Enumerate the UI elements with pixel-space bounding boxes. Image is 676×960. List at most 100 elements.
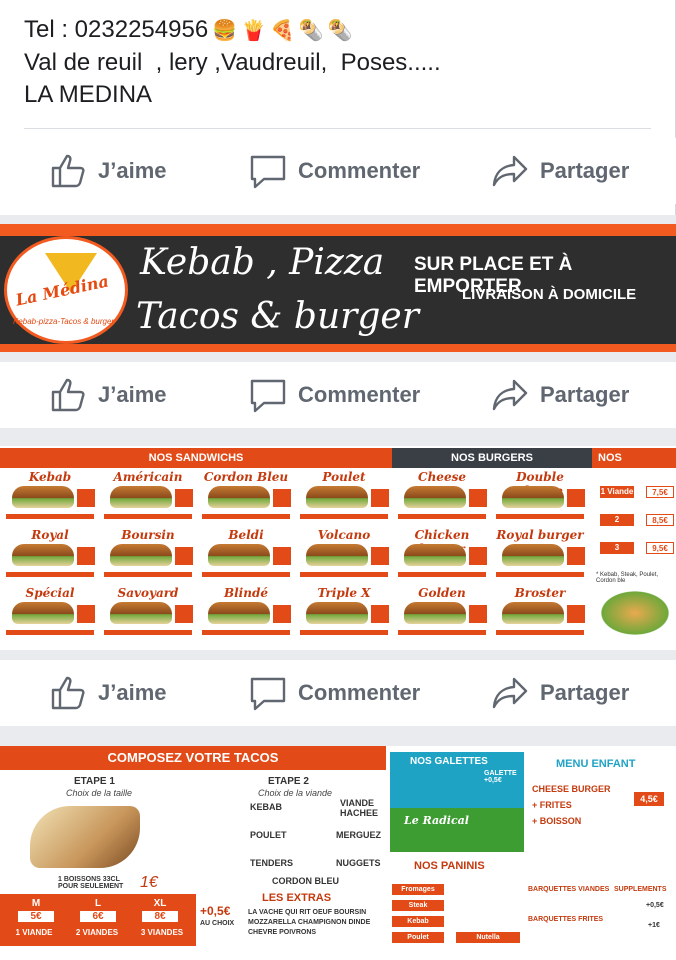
comment-button[interactable]: Commenter [248, 153, 420, 189]
menu-item: Américain [102, 470, 194, 522]
assiette-label: 2 Viandes [600, 514, 634, 536]
section-header: COMPOSEZ VOTRE TACOS [0, 746, 386, 770]
comment-icon [250, 379, 286, 413]
panini-item: Steak [392, 900, 444, 911]
drink-offer: 1 BOISSONS 33CL POUR SEULEMENT [58, 876, 124, 890]
extras-title: LES EXTRAS [262, 892, 332, 904]
menu-item: Broster [494, 586, 586, 638]
meat-option: MERGUEZ [336, 830, 381, 840]
barquettes-frites: BARQUETTES FRITES [528, 916, 604, 923]
step-title: ETAPE 2 [268, 776, 309, 787]
galettes-title: NOS GALETTES [410, 756, 488, 767]
like-button[interactable]: J’aime [50, 675, 167, 711]
size-price: 8€ [142, 911, 178, 922]
assiette-label: 1 Viande [600, 486, 634, 498]
size-option: M [31, 898, 41, 909]
post-name: LA MEDINA [24, 80, 153, 108]
menu-image-sandwichs[interactable]: NOS SANDWICHS NOS BURGERS NOS ASSIETTES … [0, 446, 676, 650]
like-button[interactable]: J’aime [50, 153, 167, 189]
burrito-emoji-icon: 🌯 [298, 19, 324, 42]
logo-subtitle: Kebab-pizza-Tacos & burger [13, 317, 115, 326]
menu-image-tacos[interactable]: COMPOSEZ VOTRE TACOS ETAPE 1 Choix de la… [0, 746, 676, 960]
assiette-note: * Kebab, Steak, Poulet, Cordon ble [596, 572, 659, 584]
extras-price: +0,5€ [200, 904, 231, 918]
extras-choice: AU CHOIX [200, 920, 235, 927]
assiette-price: 7,5€ [646, 486, 674, 498]
comment-label: Commenter [298, 382, 421, 407]
like-label: J’aime [98, 158, 167, 183]
step-title: ETAPE 1 [74, 776, 115, 787]
menu-item: Poulet [298, 470, 390, 522]
share-label: Partager [540, 382, 630, 407]
restaurant-logo: La Médina Kebab-pizza-Tacos & burger [4, 236, 128, 344]
paninis-title: NOS PANINIS [414, 860, 485, 872]
like-button[interactable]: J’aime [50, 377, 167, 413]
menu-item: Cheese [396, 470, 488, 522]
menu-item: Savoyard [102, 586, 194, 638]
barquettes-viandes: BARQUETTES VIANDES [528, 886, 610, 893]
divider [24, 128, 651, 129]
meat-option: CORDON BLEU [272, 876, 339, 886]
enfant-item: + FRITES [532, 800, 572, 810]
banner-headline: Kebab , Pizza [140, 242, 385, 283]
menu-item: Golden [396, 586, 488, 638]
panini-item: Kebab [392, 916, 444, 927]
action-bar: J’aime Commenter Partager [0, 138, 676, 204]
size-price: 6€ [80, 911, 116, 922]
like-label: J’aime [98, 680, 167, 705]
radical-panel: Le Radical [390, 808, 524, 852]
enfant-item: + BOISSON [532, 816, 582, 826]
share-button[interactable]: Partager [490, 377, 629, 413]
menu-item: Spécial [4, 586, 96, 638]
enfant-item: CHEESE BURGER [532, 784, 611, 794]
comment-icon [250, 677, 286, 711]
comment-label: Commenter [298, 158, 421, 183]
meat-option: POULET [250, 830, 287, 840]
share-icon [492, 379, 528, 411]
panini-item: Nutella [456, 932, 520, 943]
size-label: 2 VIANDES [75, 928, 119, 937]
size-label: 1 VIANDE [15, 928, 53, 937]
burrito-emoji-icon: 🌯 [327, 19, 353, 42]
section-header: NOS SANDWICHS [0, 448, 392, 468]
post-text: Tel : 0232254956 🍔 🍟 🍕 🌯 🌯 Val de reuil , ler… [24, 14, 441, 111]
radical-title: Le Radical [404, 814, 469, 827]
menu-item: Double cheese [494, 470, 586, 522]
extras-list: LA VACHE QUI RIT OEUF BOURSIN MOZZARELLA… [248, 909, 371, 936]
menu-item: Chicken burger [396, 528, 488, 580]
enfant-price: 4,5€ [634, 792, 664, 806]
action-bar: J’aime Commenter Partager [0, 362, 676, 428]
menu-item: Beldi [200, 528, 292, 580]
galette-bonus: GALETTE +0,5€ [484, 770, 517, 784]
step-subtitle: Choix de la taille [66, 788, 133, 798]
meat-option: TENDERS [250, 858, 294, 868]
assiette-price: 9,5€ [646, 542, 674, 554]
thumbs-up-icon [51, 154, 85, 188]
size-label: 3 VIANDES [140, 928, 184, 937]
assiette-plate-image [596, 588, 674, 638]
menu-item: Royal burger [494, 528, 586, 580]
comment-button[interactable]: Commenter [248, 377, 420, 413]
comment-icon [250, 155, 286, 189]
menu-item: Boursin [102, 528, 194, 580]
panini-item: Poulet [392, 932, 444, 943]
thumbs-up-icon [51, 378, 85, 412]
step-subtitle: Choix de la viande [258, 788, 333, 798]
panini-item: Fromages [392, 884, 444, 895]
banner-image[interactable]: La Médina Kebab-pizza-Tacos & burger Keb… [0, 224, 676, 352]
post-locations: Val de reuil , lery ,Vaudreuil, Poses...… [24, 48, 441, 76]
tacos-image [30, 806, 140, 868]
assiette-price: 8,5€ [646, 514, 674, 526]
menu-item: Volcano [298, 528, 390, 580]
assiette-label: 3 Viandes [600, 542, 634, 564]
share-button[interactable]: Partager [490, 153, 629, 189]
menu-item: Blindé [200, 586, 292, 638]
galettes-panel: NOS GALETTES GALETTE +0,5€ [390, 752, 524, 808]
thumbs-up-icon [51, 676, 85, 710]
like-label: J’aime [98, 382, 167, 407]
comment-button[interactable]: Commenter [248, 675, 420, 711]
share-label: Partager [540, 680, 630, 705]
action-bar: J’aime Commenter Partager [0, 660, 676, 726]
menu-item: Kebab [4, 470, 96, 522]
share-button[interactable]: Partager [490, 675, 629, 711]
